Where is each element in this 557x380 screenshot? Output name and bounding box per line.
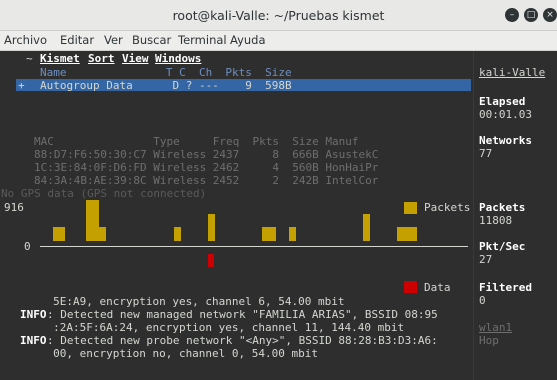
packets-bar [208, 214, 215, 241]
close-button[interactable]: × [543, 8, 557, 22]
kismet-menu-sort[interactable]: Sort [88, 52, 115, 65]
packets-bar [397, 227, 417, 241]
networks-value: 77 [479, 147, 493, 160]
menu-bar: Archivo Editar Ver Buscar Terminal Ayuda [0, 31, 557, 51]
packets-label: Packets [479, 201, 526, 214]
filtered-value: 0 [479, 294, 486, 307]
sidebar-divider [473, 51, 474, 380]
maximize-button[interactable]: □ [524, 8, 538, 22]
terminal-area[interactable]: ~ Kismet Sort View Windows Name T C Ch P… [0, 51, 557, 380]
client-list-header: MAC Type Freq Pkts Size Manuf [34, 135, 359, 148]
menu-buscar[interactable]: Buscar [132, 33, 171, 47]
network-list-header: Name T C Ch Pkts Size [40, 66, 292, 79]
filtered-label: Filtered [479, 281, 532, 294]
maximize-icon: □ [526, 10, 536, 20]
pktsec-label: Pkt/Sec [479, 240, 526, 253]
log-line: : Detected new probe network "<Any>", BS… [47, 334, 438, 347]
packets-bar [289, 227, 296, 241]
close-icon: × [546, 10, 554, 20]
packets-bar [262, 227, 276, 241]
elapsed-value: 00:01.03 [479, 108, 532, 121]
network-row-text: Autogroup Data D ? --- 9 598B [40, 79, 292, 92]
minimize-button[interactable]: – [505, 8, 519, 22]
packets-bar [363, 214, 370, 241]
packets-legend-label: Packets [424, 201, 471, 214]
terminal-window: root@kali-Valle: ~/Pruebas kismet – □ × … [0, 0, 557, 380]
menu-ver[interactable]: Ver [104, 33, 123, 47]
kismet-menu-view[interactable]: View [122, 52, 149, 65]
data-bar [208, 254, 214, 267]
title-bar[interactable]: root@kali-Valle: ~/Pruebas kismet – □ × [0, 0, 557, 31]
client-row[interactable]: 88:D7:F6:50:30:C7 Wireless 2437 8 666B A… [34, 148, 378, 161]
minimize-icon: – [509, 10, 515, 20]
menu-ayuda[interactable]: Ayuda [230, 33, 266, 47]
menu-terminal[interactable]: Terminal [178, 33, 227, 47]
packets-bar [99, 227, 106, 241]
packets-value: 11808 [479, 214, 513, 227]
gps-status: No GPS data (GPS not connected) [1, 187, 207, 200]
log-line: : Detected new managed network "FAMILIA … [47, 308, 438, 321]
kismet-menu-kismet[interactable]: Kismet [40, 52, 80, 65]
source-status: Hop [479, 334, 499, 347]
packets-bar [86, 200, 99, 241]
client-row[interactable]: 1C:3E:84:0F:D6:FD Wireless 2462 4 560B H… [34, 161, 378, 174]
log-line: :2A:5F:6A:24, encryption yes, channel 11… [20, 321, 405, 334]
log-line: 5E:A9, encryption yes, channel 6, 54.00 … [20, 295, 345, 308]
packets-bar [174, 227, 181, 241]
menu-archivo[interactable]: Archivo [4, 33, 47, 47]
networks-label: Networks [479, 134, 532, 147]
menu-editar[interactable]: Editar [60, 33, 94, 47]
source-interface: wlan1 [479, 321, 513, 334]
data-legend-label: Data [424, 281, 451, 294]
packets-legend-swatch [404, 202, 417, 214]
kismet-menu-marker: ~ [26, 52, 33, 65]
sidebar-hostname: kali-Valle [479, 66, 546, 79]
log-prefix: INFO [20, 308, 47, 321]
pktsec-value: 27 [479, 253, 493, 266]
data-legend-swatch [404, 281, 417, 293]
graph-y-max: 916 [4, 201, 24, 214]
client-row[interactable]: 84:3A:4B:AE:39:8C Wireless 2452 2 242B I… [34, 174, 378, 187]
log-prefix: INFO [20, 334, 47, 347]
kismet-menu-windows[interactable]: Windows [155, 52, 201, 65]
terminal-scrollbar[interactable] [549, 51, 557, 380]
graph-y-zero: 0 [24, 240, 31, 253]
packets-bar [53, 227, 65, 241]
graph-baseline [40, 246, 468, 247]
window-title: root@kali-Valle: ~/Pruebas kismet [172, 8, 385, 23]
elapsed-label: Elapsed [479, 95, 526, 108]
network-row-marker: + [18, 79, 25, 92]
log-line: 00, encryption no, channel 0, 54.00 mbit [20, 347, 319, 360]
